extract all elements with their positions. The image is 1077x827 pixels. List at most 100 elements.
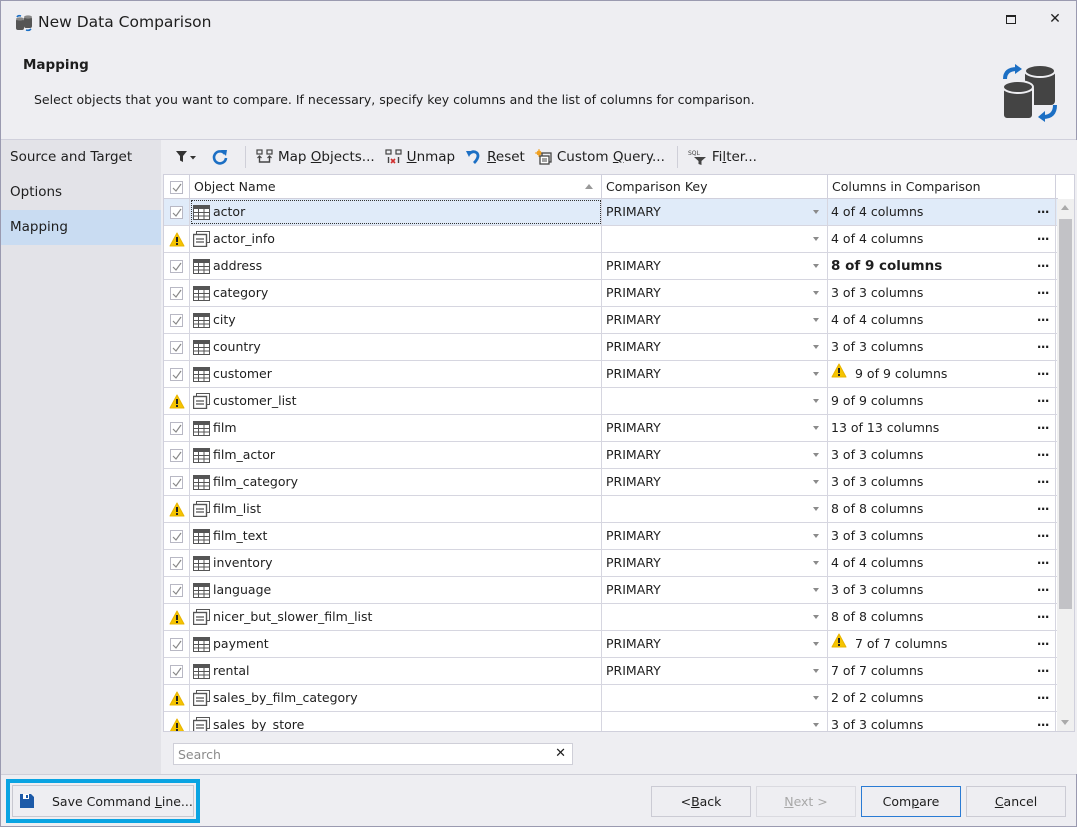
row-checkbox[interactable] (170, 205, 183, 219)
edit-columns-ellipsis-button[interactable]: ··· (1037, 469, 1050, 495)
columns-in-comparison-cell[interactable]: 8 of 9 columns ··· (828, 253, 1056, 279)
columns-in-comparison-cell[interactable]: 3 of 3 columns ··· (828, 577, 1056, 603)
object-name-cell[interactable]: address (190, 253, 602, 279)
comparison-key-dropdown[interactable]: PRIMARY (602, 550, 828, 576)
row-status-cell[interactable] (164, 415, 190, 441)
dropdown-arrow-icon[interactable] (813, 588, 819, 592)
table-row[interactable]: nicer_but_slower_film_list 8 of 8 columns… (164, 604, 1058, 631)
columns-in-comparison-cell[interactable]: 4 of 4 columns ··· (828, 550, 1056, 576)
save-command-line-button[interactable]: Save Command Line... (12, 785, 194, 817)
comparison-key-dropdown[interactable]: PRIMARY (602, 658, 828, 684)
row-status-cell[interactable] (164, 658, 190, 684)
comparison-key-dropdown[interactable]: PRIMARY (602, 631, 828, 657)
dropdown-arrow-icon[interactable] (813, 669, 819, 673)
columns-in-comparison-cell[interactable]: 8 of 8 columns ··· (828, 496, 1056, 522)
row-checkbox[interactable] (170, 340, 183, 354)
dropdown-arrow-icon[interactable] (813, 345, 819, 349)
table-row[interactable]: customer PRIMARY 9 of 9 columns ··· (164, 361, 1058, 388)
dropdown-arrow-icon[interactable] (813, 237, 819, 241)
table-row[interactable]: film_category PRIMARY 3 of 3 columns ··· (164, 469, 1058, 496)
scroll-down-arrow-icon[interactable] (1061, 720, 1069, 725)
edit-columns-ellipsis-button[interactable]: ··· (1037, 658, 1050, 684)
map-objects-button[interactable]: Map Objects... (252, 144, 379, 170)
dropdown-arrow-icon[interactable] (813, 642, 819, 646)
object-name-cell[interactable]: city (190, 307, 602, 333)
table-row[interactable]: country PRIMARY 3 of 3 columns ··· (164, 334, 1058, 361)
edit-columns-ellipsis-button[interactable]: ··· (1037, 496, 1050, 522)
columns-in-comparison-cell[interactable]: 9 of 9 columns ··· (828, 388, 1056, 414)
sidebar-item-mapping[interactable]: Mapping (1, 210, 161, 245)
clear-search-icon[interactable]: ✕ (555, 746, 566, 761)
row-checkbox[interactable] (170, 475, 183, 489)
object-name-cell[interactable]: customer (190, 361, 602, 387)
cancel-button[interactable]: Cancel (966, 786, 1066, 817)
columns-in-comparison-cell[interactable]: 13 of 13 columns ··· (828, 415, 1056, 441)
columns-in-comparison-cell[interactable]: 3 of 3 columns ··· (828, 280, 1056, 306)
object-name-cell[interactable]: country (190, 334, 602, 360)
edit-columns-ellipsis-button[interactable]: ··· (1037, 199, 1050, 225)
object-name-cell[interactable]: film_list (190, 496, 602, 522)
comparison-key-dropdown[interactable]: PRIMARY (602, 523, 828, 549)
row-checkbox[interactable] (170, 367, 183, 381)
comparison-key-dropdown[interactable] (602, 712, 828, 731)
row-status-cell[interactable] (164, 496, 190, 522)
dropdown-arrow-icon[interactable] (813, 723, 819, 727)
row-status-cell[interactable] (164, 604, 190, 630)
row-status-cell[interactable] (164, 334, 190, 360)
dropdown-arrow-icon[interactable] (813, 453, 819, 457)
object-name-cell[interactable]: actor_info (190, 226, 602, 252)
scroll-up-arrow-icon[interactable] (1061, 205, 1069, 210)
row-status-cell[interactable] (164, 442, 190, 468)
object-name-cell[interactable]: sales_by_store (190, 712, 602, 731)
row-checkbox[interactable] (170, 286, 183, 300)
scroll-thumb[interactable] (1059, 219, 1072, 609)
column-header-object-name[interactable]: Object Name (190, 175, 602, 199)
columns-in-comparison-cell[interactable]: 7 of 7 columns ··· (828, 658, 1056, 684)
row-status-cell[interactable] (164, 469, 190, 495)
row-status-cell[interactable] (164, 685, 190, 711)
next-button[interactable]: Next > (756, 786, 856, 817)
table-row[interactable]: sales_by_film_category 2 of 2 columns ··· (164, 685, 1058, 712)
object-name-cell[interactable]: sales_by_film_category (190, 685, 602, 711)
row-checkbox[interactable] (170, 421, 183, 435)
edit-columns-ellipsis-button[interactable]: ··· (1037, 712, 1050, 731)
table-row[interactable]: actor_info 4 of 4 columns ··· (164, 226, 1058, 253)
columns-in-comparison-cell[interactable]: 4 of 4 columns ··· (828, 226, 1056, 252)
object-name-cell[interactable]: customer_list (190, 388, 602, 414)
compare-button[interactable]: Com p are (861, 786, 961, 817)
comparison-key-dropdown[interactable]: PRIMARY (602, 307, 828, 333)
dropdown-arrow-icon[interactable] (813, 291, 819, 295)
object-name-cell[interactable]: inventory (190, 550, 602, 576)
row-checkbox[interactable] (170, 448, 183, 462)
edit-columns-ellipsis-button[interactable]: ··· (1037, 388, 1050, 414)
vertical-scrollbar[interactable] (1057, 199, 1074, 731)
table-row[interactable]: rental PRIMARY 7 of 7 columns ··· (164, 658, 1058, 685)
table-row[interactable]: payment PRIMARY 7 of 7 columns ··· (164, 631, 1058, 658)
dropdown-arrow-icon[interactable] (813, 210, 819, 214)
sql-filter-button[interactable]: SQL Filter... (684, 144, 761, 170)
columns-in-comparison-cell[interactable]: 9 of 9 columns ··· (828, 361, 1056, 387)
dropdown-arrow-icon[interactable] (813, 534, 819, 538)
edit-columns-ellipsis-button[interactable]: ··· (1037, 361, 1050, 387)
edit-columns-ellipsis-button[interactable]: ··· (1037, 226, 1050, 252)
comparison-key-dropdown[interactable] (602, 685, 828, 711)
row-checkbox[interactable] (170, 637, 183, 651)
table-row[interactable]: film_actor PRIMARY 3 of 3 columns ··· (164, 442, 1058, 469)
columns-in-comparison-cell[interactable]: 3 of 3 columns ··· (828, 712, 1056, 731)
table-row[interactable]: film_list 8 of 8 columns ··· (164, 496, 1058, 523)
dropdown-arrow-icon[interactable] (813, 372, 819, 376)
comparison-key-dropdown[interactable]: PRIMARY (602, 442, 828, 468)
custom-query-button[interactable]: Custom Query... (531, 144, 669, 170)
object-name-cell[interactable]: payment (190, 631, 602, 657)
row-status-cell[interactable] (164, 550, 190, 576)
dropdown-arrow-icon[interactable] (813, 318, 819, 322)
table-row[interactable]: language PRIMARY 3 of 3 columns ··· (164, 577, 1058, 604)
filter-dropdown-button[interactable] (171, 144, 205, 170)
edit-columns-ellipsis-button[interactable]: ··· (1037, 307, 1050, 333)
comparison-key-dropdown[interactable] (602, 226, 828, 252)
comparison-key-dropdown[interactable]: PRIMARY (602, 280, 828, 306)
object-name-cell[interactable]: film_text (190, 523, 602, 549)
comparison-key-dropdown[interactable] (602, 496, 828, 522)
sidebar-item-options[interactable]: Options (1, 175, 161, 210)
table-row[interactable]: inventory PRIMARY 4 of 4 columns ··· (164, 550, 1058, 577)
